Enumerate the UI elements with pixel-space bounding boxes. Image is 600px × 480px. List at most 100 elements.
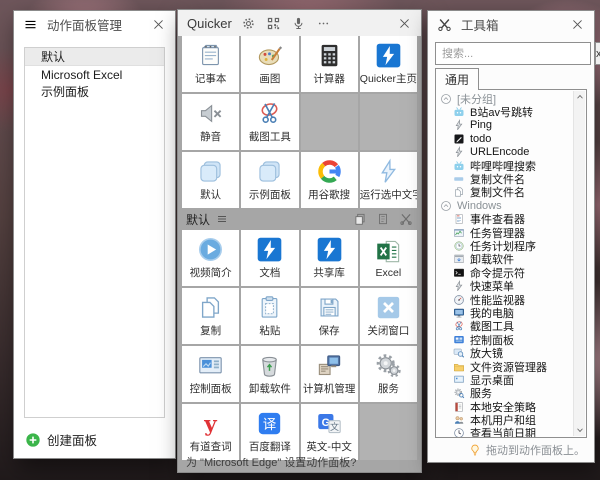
- action-cell[interactable]: G文英文-中文: [301, 404, 358, 460]
- search-input[interactable]: [435, 42, 591, 65]
- hamburger-menu-icon[interactable]: [23, 17, 38, 32]
- launcher-cell[interactable]: 用谷歌搜: [301, 152, 358, 208]
- cell-label: 计算机管理: [303, 381, 356, 396]
- scroll-down-icon[interactable]: [574, 424, 586, 436]
- copy-tool-icon[interactable]: [353, 212, 367, 226]
- uninstall-icon: [453, 253, 465, 265]
- clock-icon: [453, 427, 465, 437]
- cell-label: 计算器: [313, 71, 345, 86]
- create-panel-button[interactable]: 创建面板: [25, 430, 97, 449]
- toolbox-item[interactable]: todo: [438, 132, 572, 145]
- microphone-icon[interactable]: [291, 16, 306, 31]
- clipboard-icon: [256, 294, 283, 321]
- cell-label: 视频简介: [190, 265, 232, 280]
- section-tools: [353, 212, 413, 226]
- action-cell[interactable]: 共享库: [301, 230, 358, 286]
- launcher-cell[interactable]: 默认: [182, 152, 239, 208]
- users-icon: [453, 414, 465, 426]
- panel-list-item[interactable]: 示例面板: [25, 83, 164, 100]
- pages-gray-icon: [453, 186, 465, 198]
- folder-icon: [453, 361, 465, 373]
- toolbox-item-label: B站av号跳转: [470, 104, 533, 120]
- svg-text:y: y: [203, 412, 217, 437]
- close-icon[interactable]: [570, 17, 585, 32]
- cell-label: 卸载软件: [249, 381, 291, 396]
- scrollbar[interactable]: [573, 91, 585, 436]
- clear-search-button[interactable]: x: [595, 42, 600, 65]
- qr-code-icon[interactable]: [266, 16, 281, 31]
- cell-label: 复制: [200, 323, 221, 338]
- panel-manager-titlebar: 动作面板管理: [14, 11, 175, 37]
- cell-label: 截图工具: [249, 129, 291, 144]
- launcher-cell[interactable]: 运行选中文字: [360, 152, 417, 208]
- launcher-cell[interactable]: 画图: [241, 36, 298, 92]
- action-cell[interactable]: 计算机管理: [301, 346, 358, 402]
- action-cell[interactable]: 卸载软件: [241, 346, 298, 402]
- cell-label: 关闭窗口: [367, 323, 409, 338]
- close-blue-icon: [375, 294, 402, 321]
- launcher-cell[interactable]: 截图工具: [241, 94, 298, 150]
- control-panel-icon: [197, 352, 224, 379]
- collapse-icon: [440, 200, 452, 212]
- action-cell[interactable]: 视频简介: [182, 230, 239, 286]
- toolbox-item-label: Ping: [470, 119, 492, 131]
- paint-icon: [256, 42, 283, 69]
- action-cell[interactable]: 文档: [241, 230, 298, 286]
- bolt-blue-icon: [256, 236, 283, 263]
- toolbox-item[interactable]: 显示桌面: [438, 373, 572, 386]
- launcher-cell[interactable]: Quicker主页: [360, 36, 417, 92]
- toolbox-titlebar: 工具箱: [428, 11, 594, 37]
- panel-icon: [256, 158, 283, 185]
- launcher-cell[interactable]: 静音: [182, 94, 239, 150]
- action-cell[interactable]: 关闭窗口: [360, 288, 417, 344]
- scissors-icon: [256, 100, 283, 127]
- scroll-up-icon[interactable]: [574, 91, 586, 103]
- cell-label: 粘贴: [259, 323, 280, 338]
- toolbox-item[interactable]: B站av号跳转: [438, 105, 572, 118]
- bulb-icon: [468, 443, 482, 457]
- toolbox-item[interactable]: 查看当前日期: [438, 427, 572, 437]
- quicker-top-grid: 记事本画图计算器 Quicker主页静音 截图工具默认示例面板用谷歌搜运行选中文字: [182, 36, 417, 208]
- launcher-cell[interactable]: 记事本: [182, 36, 239, 92]
- action-cell[interactable]: 复制: [182, 288, 239, 344]
- tab-general[interactable]: 通用: [435, 68, 479, 90]
- toolbox-item[interactable]: Ping: [438, 119, 572, 132]
- cell-label: 静音: [200, 129, 221, 144]
- action-cell[interactable]: 粘贴: [241, 288, 298, 344]
- action-cell[interactable]: 服务: [360, 346, 417, 402]
- panel-list-item[interactable]: Microsoft Excel: [25, 66, 164, 83]
- more-icon[interactable]: [316, 16, 331, 31]
- launcher-cell[interactable]: 计算器: [301, 36, 358, 92]
- quicker-titlebar: Quicker: [178, 10, 421, 36]
- action-cell[interactable]: 控制面板: [182, 346, 239, 402]
- launcher-empty-cell: [301, 94, 358, 150]
- toolbox-item[interactable]: 复制文件名: [438, 186, 572, 199]
- mute-icon: [197, 100, 224, 127]
- action-cell[interactable]: 保存: [301, 288, 358, 344]
- notepad-icon: [197, 42, 224, 69]
- hamburger-menu-icon[interactable]: [216, 213, 228, 225]
- action-cell[interactable]: y有道查词: [182, 404, 239, 460]
- cell-label: 服务: [378, 381, 399, 396]
- action-cell[interactable]: 译百度翻译: [241, 404, 298, 460]
- toolbox-item-label: 复制文件名: [470, 184, 525, 200]
- cell-label: 运行选中文字: [360, 187, 417, 202]
- launcher-cell[interactable]: 示例面板: [241, 152, 298, 208]
- perfmon-icon: [453, 294, 465, 306]
- cut-tool-icon[interactable]: [399, 212, 413, 226]
- cell-label: Quicker主页: [360, 71, 417, 86]
- page-tool-icon[interactable]: [376, 212, 390, 226]
- gear-icon[interactable]: [241, 16, 256, 31]
- toolbox-item[interactable]: 控制面板: [438, 333, 572, 346]
- svg-text:文: 文: [330, 421, 339, 432]
- action-cell[interactable]: Excel: [360, 230, 417, 286]
- cell-label: 记事本: [195, 71, 227, 86]
- close-icon[interactable]: [397, 16, 412, 31]
- play-icon: [197, 236, 224, 263]
- bolt-blue-icon: [375, 42, 402, 69]
- panel-list-item[interactable]: 默认: [25, 48, 164, 66]
- close-icon[interactable]: [151, 17, 166, 32]
- quicker-toolbar: [241, 16, 331, 31]
- policy-icon: [453, 401, 465, 413]
- computer-icon: [316, 352, 343, 379]
